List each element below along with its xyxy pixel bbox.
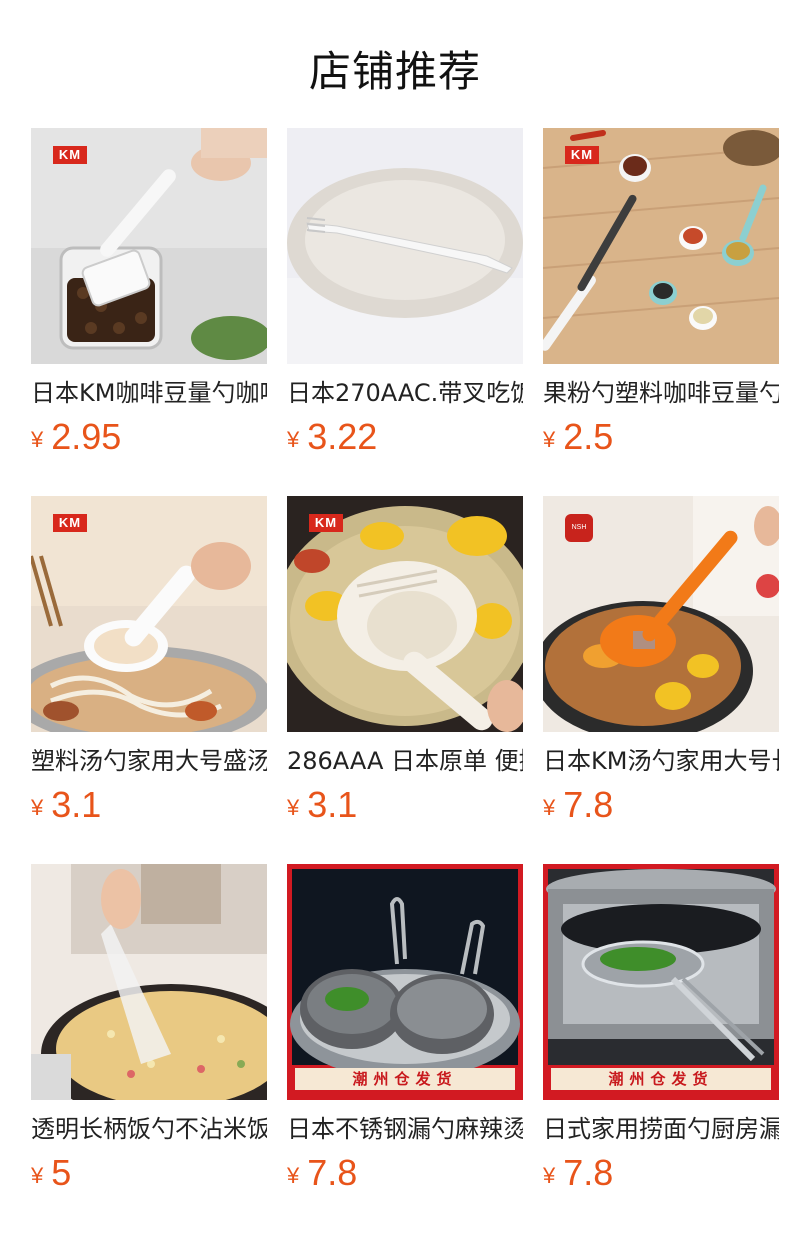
price-value: 3.1 — [307, 784, 358, 825]
product-image[interactable]: KM — [31, 496, 267, 732]
currency-symbol: ¥ — [31, 795, 44, 820]
brand-logo-km: KM — [53, 514, 87, 532]
price-value: 7.8 — [563, 784, 614, 825]
product-image[interactable]: 潮州仓发货 — [287, 864, 523, 1100]
brand-logo-km: KM — [565, 146, 599, 164]
currency-symbol: ¥ — [287, 427, 300, 452]
brand-logo-nsh: NSH — [565, 514, 593, 542]
product-price: ¥7.8 — [287, 1152, 523, 1194]
product-name[interactable]: 塑料汤勺家用大号盛汤 — [31, 746, 267, 776]
product-price: ¥5 — [31, 1152, 267, 1194]
currency-symbol: ¥ — [543, 795, 556, 820]
product-card[interactable]: KM 日本KM咖啡豆量勺咖啡 ¥2.95 — [31, 128, 267, 496]
currency-symbol: ¥ — [543, 1163, 556, 1188]
product-image[interactable] — [31, 864, 267, 1100]
price-value: 2.5 — [563, 416, 614, 457]
currency-symbol: ¥ — [287, 1163, 300, 1188]
product-image[interactable]: NSH — [543, 496, 779, 732]
price-value: 5 — [51, 1152, 72, 1193]
price-value: 7.8 — [563, 1152, 614, 1193]
product-name[interactable]: 日本KM汤勺家用大号长柄 — [543, 746, 779, 776]
product-card[interactable]: 潮州仓发货 日本不锈钢漏勺麻辣烫 ¥7.8 — [287, 864, 523, 1232]
price-value: 7.8 — [307, 1152, 358, 1193]
product-name[interactable]: 日式家用捞面勺厨房漏勺 — [543, 1114, 779, 1144]
product-image[interactable] — [287, 128, 523, 364]
product-name[interactable]: 日本KM咖啡豆量勺咖啡 — [31, 378, 267, 408]
store-recommendations-page: 店铺推荐 KM 日本KM咖啡豆量勺咖啡 ¥ 2.95 日本270AAC.带叉吃饭… — [0, 0, 790, 1234]
product-price: ¥3.1 — [31, 784, 267, 826]
product-card[interactable]: 潮州仓发货 日式家用捞面勺厨房漏勺 ¥7.8 — [543, 864, 779, 1232]
brand-logo-km: KM — [53, 146, 87, 164]
product-image[interactable]: 潮州仓发货 — [543, 864, 779, 1100]
product-price: ¥2.95 — [31, 416, 267, 458]
product-price: ¥3.1 — [287, 784, 523, 826]
product-card[interactable]: 透明长柄饭勺不沾米饭 ¥5 — [31, 864, 267, 1232]
price-value: 3.22 — [307, 416, 378, 457]
shipping-ribbon: 潮州仓发货 — [295, 1068, 515, 1090]
product-image[interactable]: KM — [287, 496, 523, 732]
product-name[interactable]: 透明长柄饭勺不沾米饭 — [31, 1114, 267, 1144]
product-card[interactable]: NSH 日本KM汤勺家用大号长柄 ¥7.8 — [543, 496, 779, 864]
product-image[interactable]: KM — [543, 128, 779, 364]
shipping-ribbon: 潮州仓发货 — [551, 1068, 771, 1090]
product-name[interactable]: 日本270AAC.带叉吃饭勺 — [287, 378, 523, 408]
price-value: 2.95 — [51, 416, 122, 457]
product-card[interactable]: 日本270AAC.带叉吃饭勺 ¥3.22 — [287, 128, 523, 496]
product-price: ¥2.5 — [543, 416, 779, 458]
currency-symbol: ¥ — [287, 795, 300, 820]
product-price: ¥7.8 — [543, 1152, 779, 1194]
currency-symbol: ¥ — [543, 427, 556, 452]
product-name[interactable]: 286AAA 日本原单 便携 — [287, 746, 523, 776]
product-price: ¥3.22 — [287, 416, 523, 458]
product-card[interactable]: KM 286AAA 日本原单 便携 ¥3.1 — [287, 496, 523, 864]
page-title: 店铺推荐 — [308, 47, 481, 96]
product-name[interactable]: 果粉勺塑料咖啡豆量勺 — [543, 378, 779, 408]
currency-symbol: ¥ — [31, 427, 44, 452]
product-card[interactable]: KM 果粉勺塑料咖啡豆量勺 ¥2.5 — [543, 128, 779, 496]
product-card[interactable]: KM 塑料汤勺家用大号盛汤 ¥3.1 — [31, 496, 267, 864]
product-price: ¥7.8 — [543, 784, 779, 826]
brand-logo-km: KM — [309, 514, 343, 532]
currency-symbol: ¥ — [31, 1163, 44, 1188]
price-value: 3.1 — [51, 784, 102, 825]
product-image[interactable]: KM — [31, 128, 267, 364]
product-name[interactable]: 日本不锈钢漏勺麻辣烫 — [287, 1114, 523, 1144]
product-grid: KM 日本KM咖啡豆量勺咖啡 ¥2.95 日本270AAC.带叉吃饭勺 ¥3.2… — [31, 128, 790, 1232]
